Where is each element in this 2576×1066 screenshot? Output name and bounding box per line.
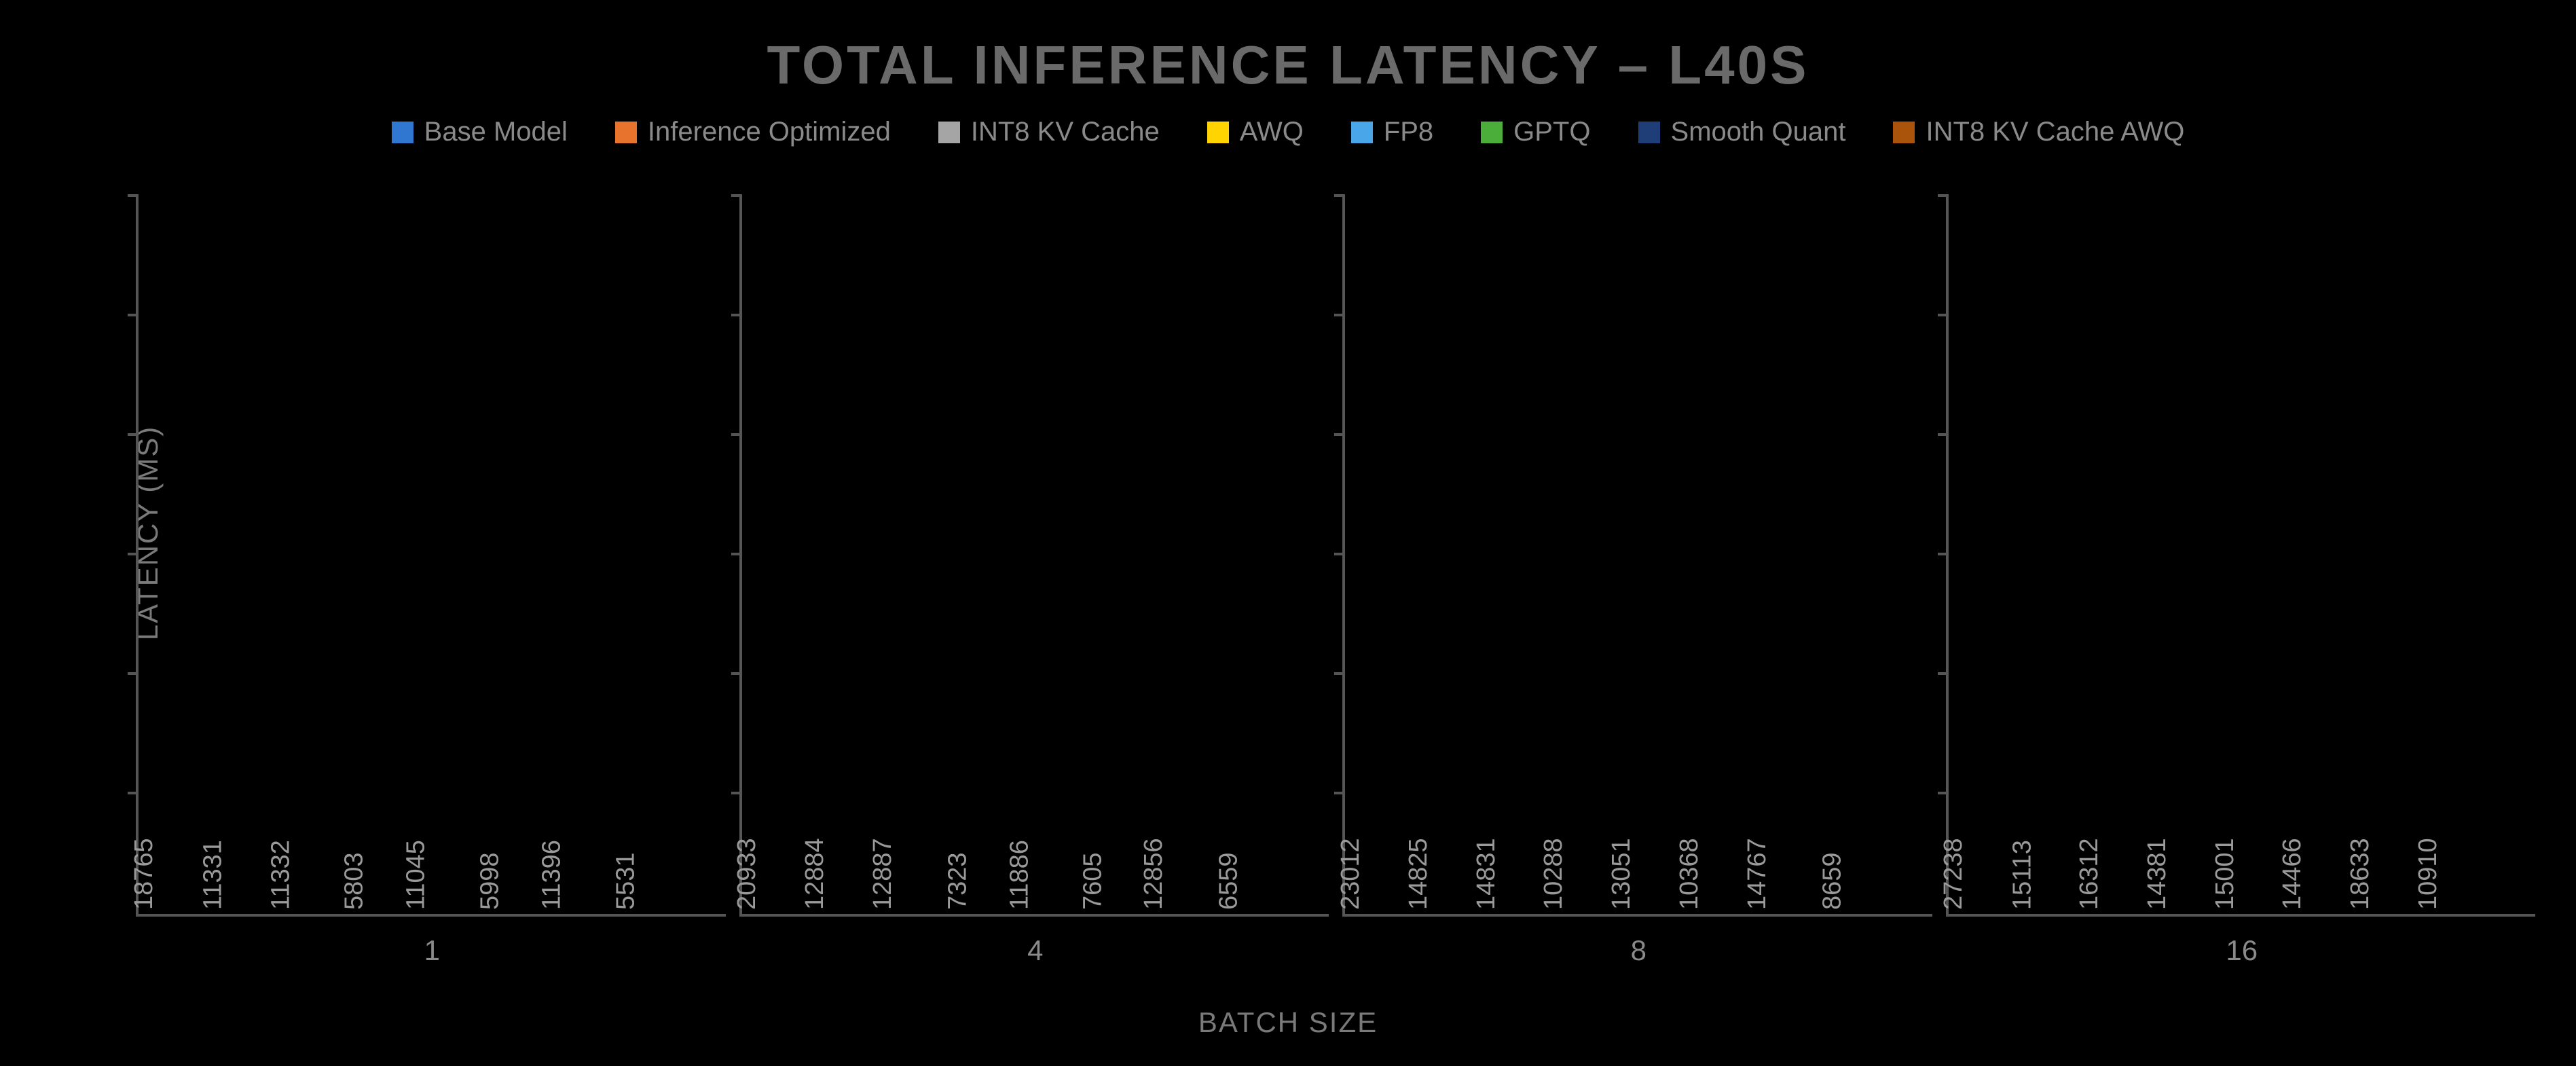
bar-value-label: 14381: [2143, 838, 2172, 910]
legend-item: INT8 KV Cache: [938, 117, 1160, 147]
x-axis-title: BATCH SIZE: [0, 1006, 2576, 1039]
legend-swatch: [392, 122, 413, 143]
y-tick: [128, 314, 139, 316]
y-tick: [128, 194, 139, 197]
chart-panel: 2723815113163121438115001144661863310910…: [1946, 197, 2536, 917]
chart-title: TOTAL INFERENCE LATENCY – L40S: [41, 34, 2535, 96]
y-tick: [731, 314, 742, 316]
bar-value-label: 13051: [1607, 838, 1636, 910]
y-tick: [1938, 194, 1949, 197]
bar-value-label: 11886: [1005, 840, 1034, 910]
bar-value-label: 23012: [1336, 838, 1365, 910]
chart-panel: 20933128841288773231188676051285665594: [739, 197, 1329, 917]
y-tick: [1334, 553, 1345, 555]
bar-value-label: 7605: [1079, 852, 1108, 910]
bar-value-label: 8659: [1818, 852, 1847, 910]
bar-value-label: 12887: [868, 838, 898, 910]
legend-item: FP8: [1351, 117, 1433, 147]
bar-value-label: 14831: [1472, 838, 1501, 910]
legend-label: INT8 KV Cache: [971, 117, 1160, 147]
y-tick: [128, 433, 139, 436]
legend-label: FP8: [1384, 117, 1433, 147]
category-label: 1: [139, 914, 726, 967]
bar-value-label: 6559: [1215, 852, 1244, 910]
legend-swatch: [1207, 122, 1229, 143]
chart-container: TOTAL INFERENCE LATENCY – L40S Base Mode…: [0, 0, 2576, 1066]
y-tick: [1334, 433, 1345, 436]
category-label: 16: [1949, 914, 2536, 967]
y-tick: [1334, 792, 1345, 794]
bar-value-label: 11045: [402, 840, 431, 910]
bar-value-label: 12884: [801, 838, 830, 910]
y-tick: [731, 433, 742, 436]
category-label: 4: [742, 914, 1329, 967]
bar-value-label: 11396: [537, 840, 566, 910]
bar-value-label: 5803: [340, 852, 369, 910]
chart-panels: 1876511331113325803110455998113965531120…: [136, 197, 2535, 917]
legend-swatch: [1481, 122, 1503, 143]
bar-value-label: 16312: [2075, 838, 2104, 910]
legend-label: Base Model: [424, 117, 568, 147]
bar-value-label: 15001: [2211, 838, 2240, 910]
bar-value-label: 14825: [1404, 838, 1433, 910]
category-label: 8: [1345, 914, 1932, 967]
chart-legend: Base Model Inference Optimized INT8 KV Cac…: [41, 117, 2535, 147]
bar-value-label: 18765: [130, 838, 159, 910]
legend-item: INT8 KV Cache AWQ: [1893, 117, 2184, 147]
legend-swatch: [1893, 122, 1915, 143]
y-tick: [128, 553, 139, 555]
bar-value-label: 14767: [1743, 838, 1772, 910]
chart-panel: 2301214825148311028813051103681476786598: [1342, 197, 1932, 917]
legend-item: Base Model: [392, 117, 568, 147]
legend-label: Smooth Quant: [1671, 117, 1846, 147]
bar-value-label: 20933: [733, 838, 762, 910]
y-tick: [1334, 672, 1345, 675]
plot-area: 1876511331113325803110455998113965531120…: [136, 197, 2535, 917]
bar-value-label: 12856: [1139, 838, 1169, 910]
bar-value-label: 11331: [198, 840, 227, 910]
bar-value-label: 27238: [1940, 838, 1969, 910]
bar-value-label: 10288: [1539, 838, 1568, 910]
y-tick: [731, 792, 742, 794]
bar-value-label: 14466: [2279, 838, 2308, 910]
legend-item: Inference Optimized: [615, 117, 891, 147]
y-tick: [1938, 553, 1949, 555]
legend-label: Inference Optimized: [648, 117, 891, 147]
bar-value-label: 10910: [2414, 838, 2443, 910]
bar-value-label: 11332: [266, 840, 295, 910]
bar-value-label: 18633: [2346, 838, 2375, 910]
legend-swatch: [1351, 122, 1373, 143]
legend-label: AWQ: [1240, 117, 1304, 147]
y-tick: [128, 672, 139, 675]
y-tick: [1334, 194, 1345, 197]
bar-value-label: 15113: [2008, 840, 2038, 910]
legend-label: GPTQ: [1513, 117, 1590, 147]
y-tick: [731, 194, 742, 197]
legend-item: Smooth Quant: [1638, 117, 1846, 147]
chart-panel: 18765113311133258031104559981139655311: [136, 197, 726, 917]
legend-swatch: [938, 122, 960, 143]
y-tick: [1938, 672, 1949, 675]
bar-value-label: 5998: [476, 852, 505, 910]
legend-swatch: [615, 122, 637, 143]
bar-value-label: 7323: [944, 852, 973, 910]
bar-value-label: 5531: [611, 852, 640, 910]
y-tick: [1938, 433, 1949, 436]
legend-item: GPTQ: [1481, 117, 1590, 147]
y-tick: [128, 792, 139, 794]
y-tick: [1334, 314, 1345, 316]
bar-value-label: 10368: [1675, 838, 1704, 910]
y-tick: [1938, 792, 1949, 794]
legend-item: AWQ: [1207, 117, 1304, 147]
legend-label: INT8 KV Cache AWQ: [1926, 117, 2184, 147]
y-tick: [1938, 314, 1949, 316]
legend-swatch: [1638, 122, 1660, 143]
y-tick: [731, 553, 742, 555]
y-tick: [731, 672, 742, 675]
